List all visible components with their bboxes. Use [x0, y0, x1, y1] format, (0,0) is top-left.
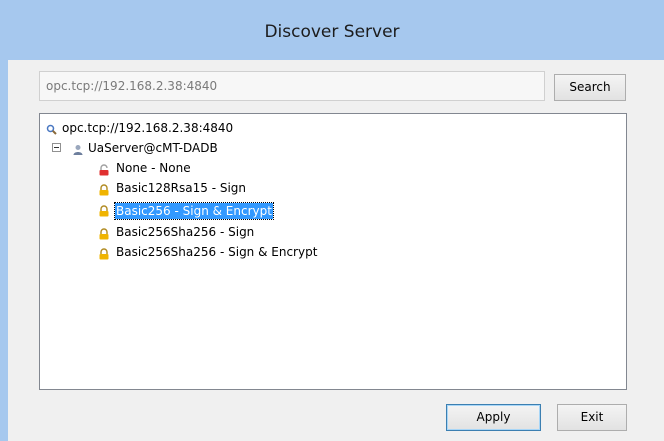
collapse-icon[interactable] — [52, 143, 61, 152]
search-icon — [46, 122, 58, 135]
server-url-field[interactable]: opc.tcp://192.168.2.38:4840 — [39, 71, 545, 101]
server-tree[interactable]: opc.tcp://192.168.2.38:4840 UaServer@cMT… — [39, 113, 627, 390]
dialog-title: Discover Server — [264, 22, 400, 42]
lock-icon — [98, 246, 110, 260]
lock-icon — [98, 182, 110, 196]
apply-button[interactable]: Apply — [446, 404, 541, 431]
unlocked-icon — [98, 162, 110, 176]
discover-server-dialog: Discover Server opc.tcp://192.168.2.38:4… — [0, 0, 664, 441]
server-user-icon — [72, 142, 84, 155]
endpoint-label: Basic128Rsa15 - Sign — [116, 181, 247, 195]
tree-root-label: opc.tcp://192.168.2.38:4840 — [62, 121, 234, 135]
lock-icon — [98, 203, 110, 217]
tree-server-item[interactable]: UaServer@cMT-DADB — [40, 138, 340, 158]
endpoint-label: Basic256 - Sign & Encrypt — [114, 202, 274, 220]
endpoint-label: None - None — [116, 161, 191, 175]
exit-button[interactable]: Exit — [557, 404, 627, 431]
endpoint-label: Basic256Sha256 - Sign & Encrypt — [116, 245, 318, 259]
window-frame-left — [0, 60, 8, 441]
lock-icon — [98, 226, 110, 240]
title-bar[interactable]: Discover Server — [0, 0, 664, 60]
tree-server-label: UaServer@cMT-DADB — [88, 141, 218, 155]
endpoint-label: Basic256Sha256 - Sign — [116, 225, 255, 239]
search-button[interactable]: Search — [554, 74, 626, 101]
